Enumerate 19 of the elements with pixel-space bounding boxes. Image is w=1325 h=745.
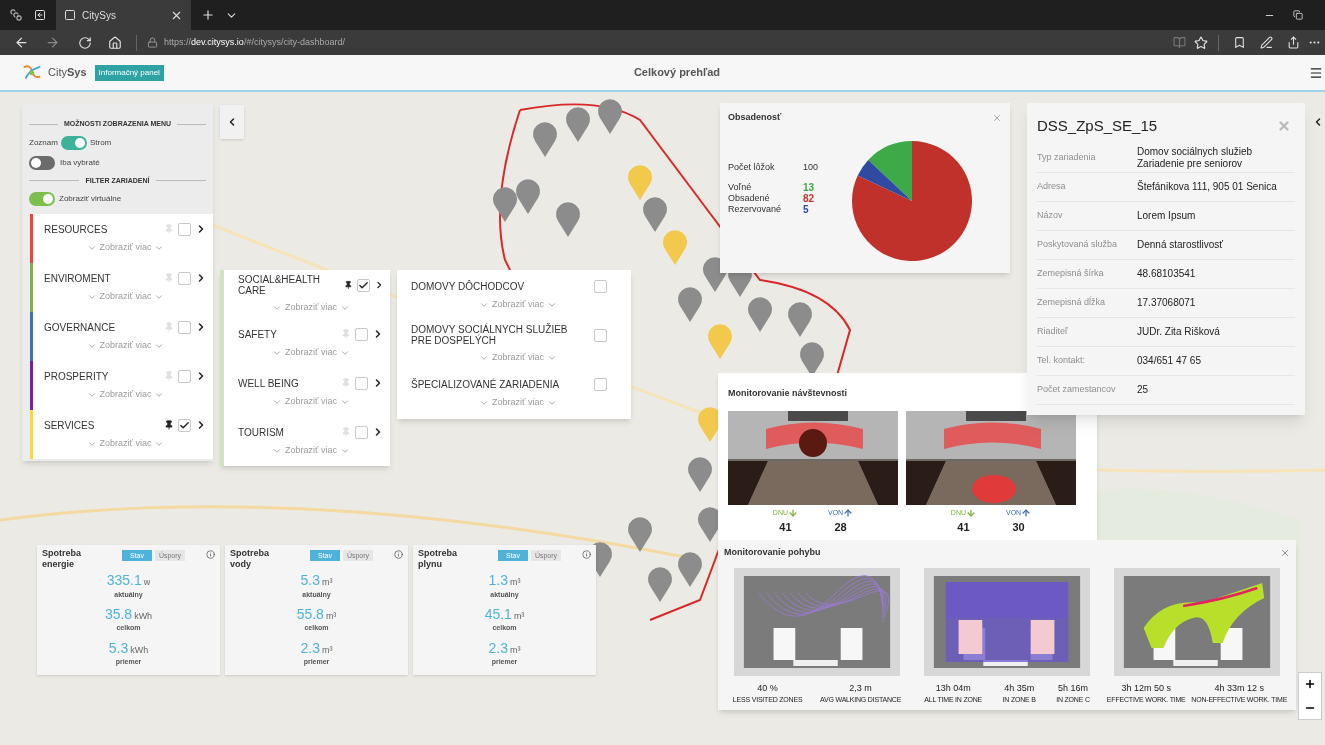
home-icon[interactable] xyxy=(108,35,122,50)
new-tab-icon[interactable] xyxy=(201,8,215,22)
back-icon[interactable] xyxy=(14,35,29,50)
favorite-icon[interactable] xyxy=(1194,35,1208,50)
browser-tab[interactable]: CitySys xyxy=(56,0,191,30)
forward-icon[interactable] xyxy=(45,35,60,50)
badge: Informačný panel xyxy=(94,64,164,81)
share-icon[interactable] xyxy=(1287,36,1300,49)
restore-icon[interactable] xyxy=(1293,10,1303,20)
refresh-icon[interactable] xyxy=(78,35,92,50)
page-icon xyxy=(64,9,76,21)
page-title: Celkový prehľad xyxy=(633,65,721,81)
set-aside-tabs-icon[interactable] xyxy=(34,9,46,21)
lock-icon xyxy=(147,37,158,48)
pen-icon[interactable] xyxy=(1260,36,1273,49)
reading-view-icon[interactable] xyxy=(1173,36,1186,49)
address-field[interactable]: https://dev.citysys.io/#/citysys/city-dashboard/ xyxy=(164,35,345,50)
menu-icon[interactable] xyxy=(1309,65,1323,80)
app-logo-text: CitySys xyxy=(48,65,87,81)
